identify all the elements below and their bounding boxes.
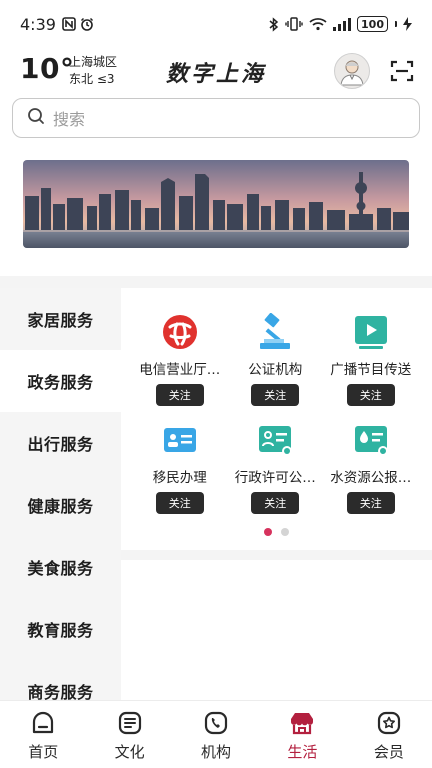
nav-item-institutions[interactable]: 机构 bbox=[173, 701, 259, 768]
nav-label: 文化 bbox=[114, 743, 145, 761]
nav-label: 生活 bbox=[287, 743, 318, 761]
service-tile[interactable]: 水资源公报… 关注 bbox=[323, 420, 419, 514]
page-dot-1[interactable] bbox=[264, 528, 272, 536]
service-tile[interactable]: 行政许可公… 关注 bbox=[228, 420, 324, 514]
charging-icon bbox=[403, 17, 412, 31]
culture-list-icon bbox=[118, 711, 141, 735]
service-tile[interactable]: 公证机构 关注 bbox=[228, 312, 324, 406]
nav-label: 首页 bbox=[28, 743, 59, 761]
gavel-icon bbox=[255, 312, 295, 352]
home-icon bbox=[33, 711, 54, 734]
nav-item-member[interactable]: 会员 bbox=[346, 701, 432, 768]
follow-button[interactable]: 关注 bbox=[155, 384, 204, 406]
service-label: 广播节目传送 bbox=[330, 362, 412, 378]
sidebar-item-home-services[interactable]: 家居服务 bbox=[0, 288, 121, 350]
sidebar-item-government-services[interactable]: 政务服务 bbox=[0, 350, 121, 412]
service-tile[interactable]: 电信营业厅… 关注 bbox=[132, 312, 228, 406]
license-icon bbox=[255, 420, 295, 460]
life-shop-icon bbox=[291, 713, 314, 735]
follow-button[interactable]: 关注 bbox=[251, 492, 300, 514]
id-card-icon bbox=[160, 420, 200, 460]
service-grid-panel: 电信营业厅… 关注 公证机构 关注 广播节目传送 关注 移民办理 关注 行政许可… bbox=[121, 288, 432, 550]
telecom-logo-icon bbox=[160, 312, 200, 352]
service-label: 水资源公报… bbox=[330, 470, 412, 486]
sidebar-item-food-services[interactable]: 美食服务 bbox=[0, 536, 121, 598]
app-header: 10° 上海城区 东北 ≤3 数字上海 bbox=[0, 52, 432, 92]
service-label: 行政许可公… bbox=[234, 470, 316, 486]
search-input[interactable]: 搜索 bbox=[53, 106, 85, 130]
status-bar: 4:39 100 bbox=[0, 0, 432, 48]
sidebar-item-education-services[interactable]: 教育服务 bbox=[0, 598, 121, 660]
member-icon bbox=[377, 711, 400, 735]
page-dot-2[interactable] bbox=[281, 528, 289, 536]
follow-button[interactable]: 关注 bbox=[346, 492, 395, 514]
search-icon bbox=[27, 107, 45, 129]
follow-button[interactable]: 关注 bbox=[155, 492, 204, 514]
user-avatar-icon bbox=[340, 60, 364, 86]
sidebar-item-travel-services[interactable]: 出行服务 bbox=[0, 412, 121, 474]
service-label: 公证机构 bbox=[248, 362, 303, 378]
sidebar-item-health-services[interactable]: 健康服务 bbox=[0, 474, 121, 536]
section-divider bbox=[0, 276, 432, 288]
service-tile[interactable]: 移民办理 关注 bbox=[132, 420, 228, 514]
nav-label: 会员 bbox=[373, 743, 404, 761]
service-label: 电信营业厅… bbox=[139, 362, 221, 378]
bottom-nav: 首页 文化 机构 生活 会员 bbox=[0, 700, 432, 768]
city-banner[interactable] bbox=[23, 160, 409, 248]
follow-button[interactable]: 关注 bbox=[251, 384, 300, 406]
grid-divider bbox=[121, 550, 432, 560]
category-sidebar: 家居服务 政务服务 出行服务 健康服务 美食服务 教育服务 商务服务 bbox=[0, 288, 121, 706]
phone-icon bbox=[204, 711, 228, 735]
nav-label: 机构 bbox=[201, 743, 232, 761]
vibrate-icon bbox=[285, 17, 303, 31]
video-play-icon bbox=[351, 312, 391, 352]
wifi-icon bbox=[309, 17, 327, 31]
avatar[interactable] bbox=[334, 53, 370, 89]
search-bar[interactable]: 搜索 bbox=[12, 98, 420, 138]
nav-item-life[interactable]: 生活 bbox=[259, 701, 345, 768]
service-label: 移民办理 bbox=[152, 470, 207, 486]
signal-icon bbox=[333, 17, 352, 31]
alarm-icon bbox=[80, 17, 94, 31]
status-time: 4:39 bbox=[20, 14, 56, 34]
service-grid: 电信营业厅… 关注 公证机构 关注 广播节目传送 关注 移民办理 关注 行政许可… bbox=[121, 312, 432, 514]
follow-button[interactable]: 关注 bbox=[346, 384, 395, 406]
battery-indicator: 100 bbox=[357, 16, 388, 32]
nfc-icon bbox=[62, 17, 76, 31]
water-report-icon bbox=[351, 420, 391, 460]
page-indicator bbox=[121, 528, 432, 536]
service-tile[interactable]: 广播节目传送 关注 bbox=[323, 312, 419, 406]
nav-item-culture[interactable]: 文化 bbox=[86, 701, 172, 768]
scan-icon[interactable] bbox=[390, 59, 414, 83]
bluetooth-icon bbox=[268, 16, 279, 32]
skyline-image bbox=[23, 160, 409, 248]
nav-item-home[interactable]: 首页 bbox=[0, 701, 86, 768]
